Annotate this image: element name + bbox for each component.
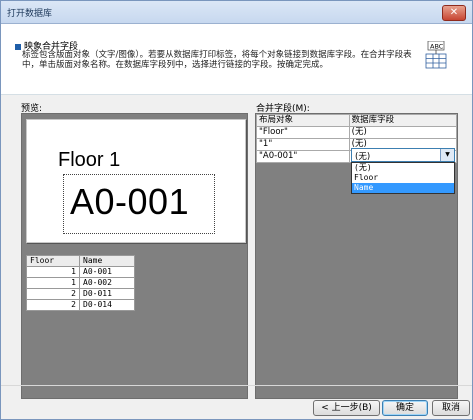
- svg-text:ABC: ABC: [430, 43, 444, 51]
- footer-divider: [1, 385, 472, 386]
- table-cell: 1: [26, 266, 80, 278]
- dropdown-option[interactable]: Floor: [352, 173, 454, 183]
- preview-code-frame: A0-001: [63, 174, 215, 234]
- close-icon: ✕: [449, 7, 459, 18]
- header-divider: [1, 94, 472, 95]
- layout-object-cell[interactable]: "A0-001": [256, 150, 350, 163]
- dropdown-option-selected[interactable]: Name: [352, 183, 454, 193]
- table-cell: 2: [26, 299, 80, 311]
- table-cell: D0-011: [79, 288, 135, 300]
- bullet-square-icon: [15, 43, 21, 50]
- dropdown-option[interactable]: (无): [352, 163, 454, 173]
- layout-object-cell[interactable]: "Floor": [256, 126, 350, 139]
- back-button[interactable]: < 上一步(B): [313, 400, 380, 416]
- preview-floor-text: Floor 1: [58, 149, 121, 171]
- database-abc-icon: ABC: [425, 41, 447, 69]
- table-cell: A0-001: [79, 266, 135, 278]
- table-row: 2 D0-014: [26, 299, 135, 311]
- table-cell: 2: [26, 288, 80, 300]
- column-header: Name: [79, 255, 135, 267]
- database-field-cell[interactable]: (无): [348, 126, 458, 139]
- preview-code-text: A0-001: [70, 181, 190, 222]
- column-header-database-field: 数据库字段: [348, 114, 458, 127]
- merge-fields-panel: 布局对象 数据库字段 "Floor" (无) "1" (无) "A0-001" …: [255, 113, 458, 399]
- ok-button[interactable]: 确定: [382, 400, 428, 416]
- column-header-layout-object: 布局对象: [256, 114, 350, 127]
- table-cell: 1: [26, 277, 80, 289]
- dropdown-value: (无): [355, 152, 371, 162]
- close-button[interactable]: ✕: [442, 5, 466, 21]
- column-header: Floor: [26, 255, 80, 267]
- label-preview: Floor 1 A0-001: [26, 119, 246, 243]
- open-database-dialog: 打开数据库 ✕ 映象合并字段 标签包含版面对象（文字/图像）。若要从数据库打印标…: [0, 0, 473, 420]
- table-cell: D0-014: [79, 299, 135, 311]
- layout-object-cell[interactable]: "1": [256, 138, 350, 151]
- table-cell: A0-002: [79, 277, 135, 289]
- cancel-button[interactable]: 取消: [432, 400, 470, 416]
- table-row: 2 D0-011: [26, 288, 135, 300]
- merge-row[interactable]: "Floor" (无): [256, 126, 458, 139]
- database-preview-table: Floor Name 1 A0-001 1 A0-002 2 D0-011 2 …: [26, 255, 135, 311]
- window-title: 打开数据库: [7, 9, 53, 19]
- chevron-down-icon[interactable]: ▼: [440, 149, 454, 161]
- table-row: 1 A0-001: [26, 266, 135, 278]
- title-bar: 打开数据库 ✕: [1, 1, 472, 24]
- database-field-dropdown[interactable]: (无) ▼: [351, 148, 455, 162]
- preview-panel: Floor 1 A0-001 Floor Name 1 A0-001 1 A0-…: [21, 113, 248, 399]
- table-row: 1 A0-002: [26, 277, 135, 289]
- dropdown-options-list: (无) Floor Name: [351, 162, 455, 194]
- section-description: 标签包含版面对象（文字/图像）。若要从数据库打印标签，将每个对象链接到数据库字段…: [22, 50, 412, 70]
